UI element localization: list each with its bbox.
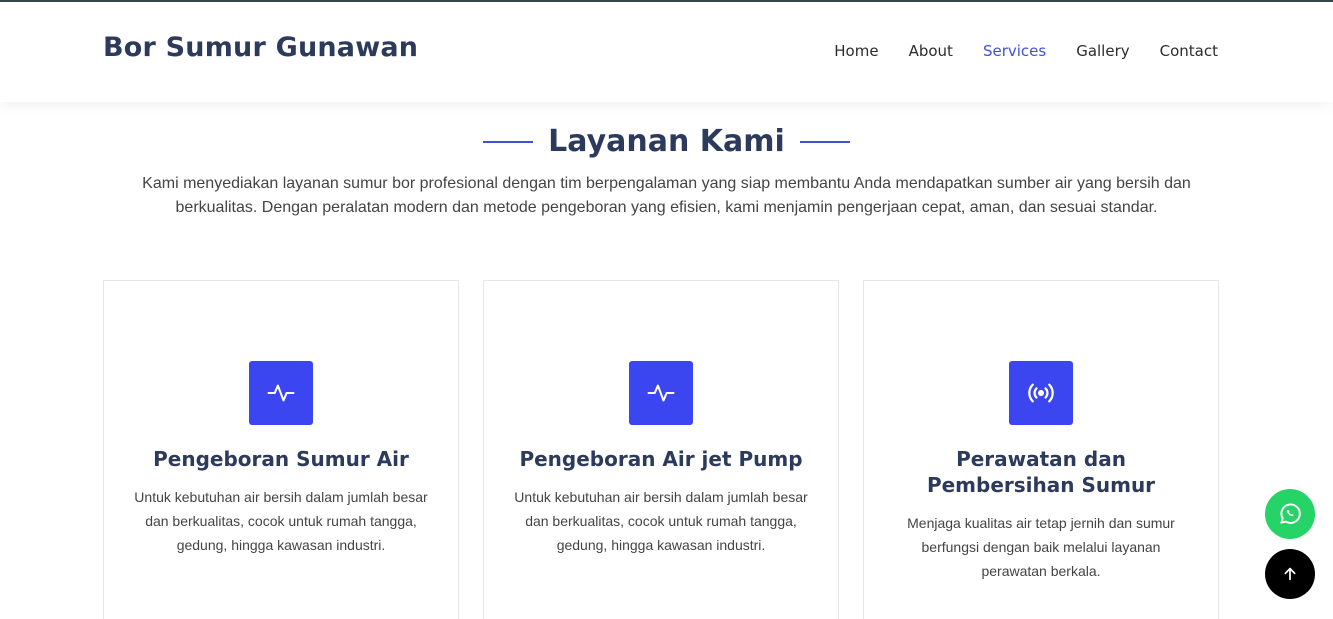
section-title: Layanan Kami — [548, 124, 785, 159]
service-card-title[interactable]: Pengeboran Sumur Air — [124, 446, 438, 472]
activity-icon — [249, 361, 313, 425]
whatsapp-button[interactable] — [1265, 489, 1315, 539]
section-description: Kami menyediakan layanan sumur bor profe… — [142, 175, 1191, 216]
nav-home[interactable]: Home — [834, 42, 878, 60]
main-nav: Home About Services Gallery Contact — [804, 42, 1218, 60]
service-card-jet-pump: Pengeboran Air jet Pump Untuk kebutuhan … — [483, 280, 839, 619]
nav-about[interactable]: About — [909, 42, 953, 60]
nav-gallery[interactable]: Gallery — [1076, 42, 1129, 60]
service-card-title[interactable]: Perawatan dan Pembersihan Sumur — [884, 446, 1198, 498]
title-line-right — [799, 140, 850, 143]
service-card-text: Untuk kebutuhan air bersih dalam jumlah … — [134, 489, 428, 553]
nav-contact[interactable]: Contact — [1160, 42, 1218, 60]
service-card-text: Menjaga kualitas air tetap jernih dan su… — [907, 515, 1175, 579]
service-card-perawatan: Perawatan dan Pembersihan Sumur Menjaga … — [863, 280, 1219, 619]
nav-services[interactable]: Services — [983, 42, 1046, 60]
service-card-text: Untuk kebutuhan air bersih dalam jumlah … — [514, 489, 808, 553]
section-heading: Layanan Kami — [0, 124, 1333, 159]
broadcast-icon — [1009, 361, 1073, 425]
whatsapp-icon — [1280, 503, 1301, 524]
site-header: Bor Sumur Gunawan Home About Services Ga… — [0, 2, 1333, 102]
service-card-sumur-air: Pengeboran Sumur Air Untuk kebutuhan air… — [103, 280, 459, 619]
site-logo[interactable]: Bor Sumur Gunawan — [103, 32, 418, 63]
arrow-up-icon — [1284, 567, 1296, 581]
title-line-left — [483, 140, 534, 143]
back-to-top-button[interactable] — [1265, 549, 1315, 599]
service-card-title[interactable]: Pengeboran Air jet Pump — [504, 446, 818, 472]
activity-icon — [629, 361, 693, 425]
